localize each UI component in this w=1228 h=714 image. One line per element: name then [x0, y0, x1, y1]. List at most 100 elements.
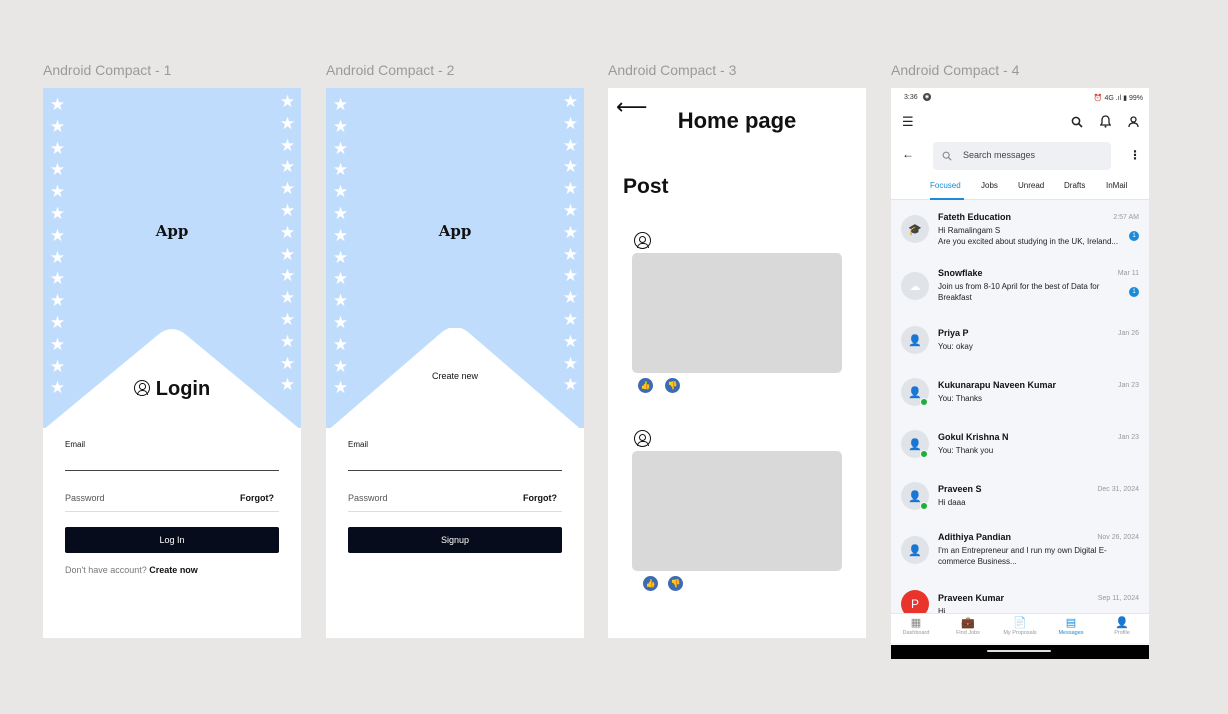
nav-my-proposals[interactable]: 📄 My Proposals	[995, 617, 1045, 636]
star-icon: ★	[279, 266, 296, 286]
conversation-item[interactable]: ☁ Snowflake Mar 11 Join us from 8-10 Apr…	[891, 260, 1149, 312]
tab-inmail[interactable]: InMail	[1106, 181, 1127, 190]
email-field[interactable]	[348, 470, 562, 471]
conversation-item[interactable]: 👤 Adithiya Pandian Nov 26, 2024 I'm an E…	[891, 525, 1149, 577]
online-status-dot	[920, 502, 928, 510]
home-screen: ⟵ Home page Post 👍 👎 👍 👎	[608, 88, 866, 638]
login-screen: ★ ★ ★ ★ ★ ★ ★ ★ ★ ★ ★ ★ ★ ★ ★ ★ ★ ★ ★ ★ ★ ★ ★ ★ ★ ★ ★ ★ App Login E…	[43, 88, 301, 638]
email-label: Email	[348, 440, 369, 449]
nav-dashboard[interactable]: ▦ Dashboard	[891, 617, 941, 636]
nav-label: My Proposals	[1003, 630, 1037, 636]
tab-focused[interactable]: Focused	[930, 181, 961, 190]
briefcase-icon: 💼	[961, 617, 975, 629]
more-options-icon[interactable]: ⋮	[1129, 149, 1141, 161]
conversation-time: Jan 26	[1117, 330, 1139, 337]
conversation-time: Jan 23	[1117, 382, 1139, 389]
messages-screen: 3:36 ◉ ⏰ 4G .ıl ▮ 99% ☰ ← Search message…	[891, 88, 1149, 659]
conversation-time: Jan 23	[1117, 434, 1139, 441]
conversation-preview-line-1: You: Thank you	[938, 446, 994, 455]
message-tabs: Focused Jobs Unread Drafts InMail	[891, 172, 1149, 200]
conversation-preview-line-1: Join us from 8-10 April for the best of …	[938, 282, 1100, 291]
dislike-icon[interactable]: 👎	[668, 576, 683, 591]
conversation-preview-line-1: Hi Ramalingam S	[938, 226, 1001, 235]
star-icon: ★	[332, 269, 349, 289]
star-icon: ★	[49, 291, 66, 311]
back-arrow-icon[interactable]: ←	[902, 148, 914, 160]
star-icon: ★	[49, 160, 66, 180]
nav-label: Messages	[1058, 630, 1084, 636]
star-icon: ★	[279, 157, 296, 177]
frame-label-3: Android Compact - 3	[608, 62, 737, 78]
like-icon[interactable]: 👍	[643, 576, 658, 591]
conversation-item[interactable]: 👤 Praveen S Dec 31, 2024 Hi daaa	[891, 473, 1149, 525]
password-field[interactable]: Password	[348, 493, 388, 503]
nav-messages[interactable]: ▤ Messages	[1046, 617, 1096, 636]
nav-find-jobs[interactable]: 💼 Find Jobs	[943, 617, 993, 636]
document-icon: 📄	[1013, 617, 1027, 629]
bell-icon[interactable]	[1100, 115, 1111, 128]
conversation-time: Nov 26, 2024	[1097, 534, 1139, 541]
user-avatar-icon[interactable]	[634, 430, 651, 447]
conversation-name: Praveen Kumar	[938, 593, 1005, 603]
tab-jobs[interactable]: Jobs	[981, 181, 998, 190]
password-underline	[65, 511, 279, 512]
tab-unread[interactable]: Unread	[1018, 181, 1044, 190]
conversation-item[interactable]: P Praveen Kumar Sep 11, 2024 Hi	[891, 582, 1149, 613]
bottom-navigation: ▦ Dashboard 💼 Find Jobs 📄 My Proposals ▤ Mes…	[891, 613, 1149, 643]
password-field[interactable]: Password	[65, 493, 105, 503]
conversation-preview-line-2: commerce Business...	[938, 557, 1017, 566]
forgot-link[interactable]: Forgot?	[523, 493, 557, 503]
dislike-icon[interactable]: 👎	[665, 378, 680, 393]
star-icon: ★	[49, 138, 66, 158]
page-title: Home page	[677, 108, 797, 133]
status-bar: 3:36 ◉ ⏰ 4G .ıl ▮ 99%	[891, 88, 1149, 108]
status-indicators: ⏰ 4G .ıl ▮ 99%	[1093, 95, 1143, 102]
profile-icon[interactable]	[1128, 116, 1139, 128]
star-icon: ★	[49, 182, 66, 202]
search-input[interactable]: Search messages	[933, 142, 1111, 170]
email-label: Email	[65, 440, 86, 449]
forgot-link[interactable]: Forgot?	[240, 493, 274, 503]
conversation-preview-line-2: Breakfast	[938, 293, 972, 302]
avatar: ☁	[901, 272, 929, 300]
message-icon: ▤	[1065, 617, 1077, 629]
signup-button[interactable]: Signup	[348, 527, 562, 553]
app-name: App	[438, 222, 472, 240]
login-heading-text: Login	[155, 378, 211, 400]
search-icon[interactable]	[1071, 116, 1083, 128]
app-status-icon: ◉	[923, 93, 931, 101]
nav-profile[interactable]: 👤 Profile	[1097, 617, 1147, 636]
menu-icon[interactable]: ☰	[902, 115, 914, 128]
star-icon: ★	[562, 135, 579, 155]
star-icon: ★	[279, 179, 296, 199]
conversation-name: Fateth Education	[938, 212, 1012, 222]
conversation-item[interactable]: 👤 Kukunarapu Naveen Kumar Jan 23 You: Th…	[891, 369, 1149, 421]
conversation-preview-line-1: Hi daaa	[938, 498, 966, 507]
conversation-name: Priya P	[938, 328, 969, 338]
star-icon: ★	[279, 288, 296, 308]
star-icon: ★	[279, 135, 296, 155]
online-status-dot	[920, 450, 928, 458]
top-app-bar: ☰	[891, 108, 1149, 136]
tab-drafts[interactable]: Drafts	[1064, 181, 1085, 190]
login-heading: Login	[43, 378, 301, 401]
conversation-time: Dec 31, 2024	[1097, 486, 1139, 493]
email-field[interactable]	[65, 470, 279, 471]
like-icon[interactable]: 👍	[638, 378, 653, 393]
unread-badge: 1	[1129, 231, 1139, 241]
conversation-item[interactable]: 👤 Gokul Krishna N Jan 23 You: Thank you	[891, 421, 1149, 473]
create-now-link[interactable]: Create now	[149, 565, 198, 575]
star-icon: ★	[49, 116, 66, 136]
star-icon: ★	[332, 247, 349, 267]
avatar: 👤	[901, 536, 929, 564]
conversation-item[interactable]: 👤 Priya P Jan 26 You: okay	[891, 317, 1149, 369]
star-icon: ★	[279, 201, 296, 220]
star-icon: ★	[49, 95, 66, 114]
frame-label-2: Android Compact - 2	[326, 62, 455, 78]
login-button[interactable]: Log In	[65, 527, 279, 553]
user-avatar-icon[interactable]	[634, 232, 651, 249]
star-icon: ★	[562, 157, 579, 177]
conversation-name: Gokul Krishna N	[938, 432, 1009, 442]
conversation-item[interactable]: 🎓 Fateth Education 2:57 AM Hi Ramalingam…	[891, 203, 1149, 255]
avatar: 🎓	[901, 215, 929, 243]
